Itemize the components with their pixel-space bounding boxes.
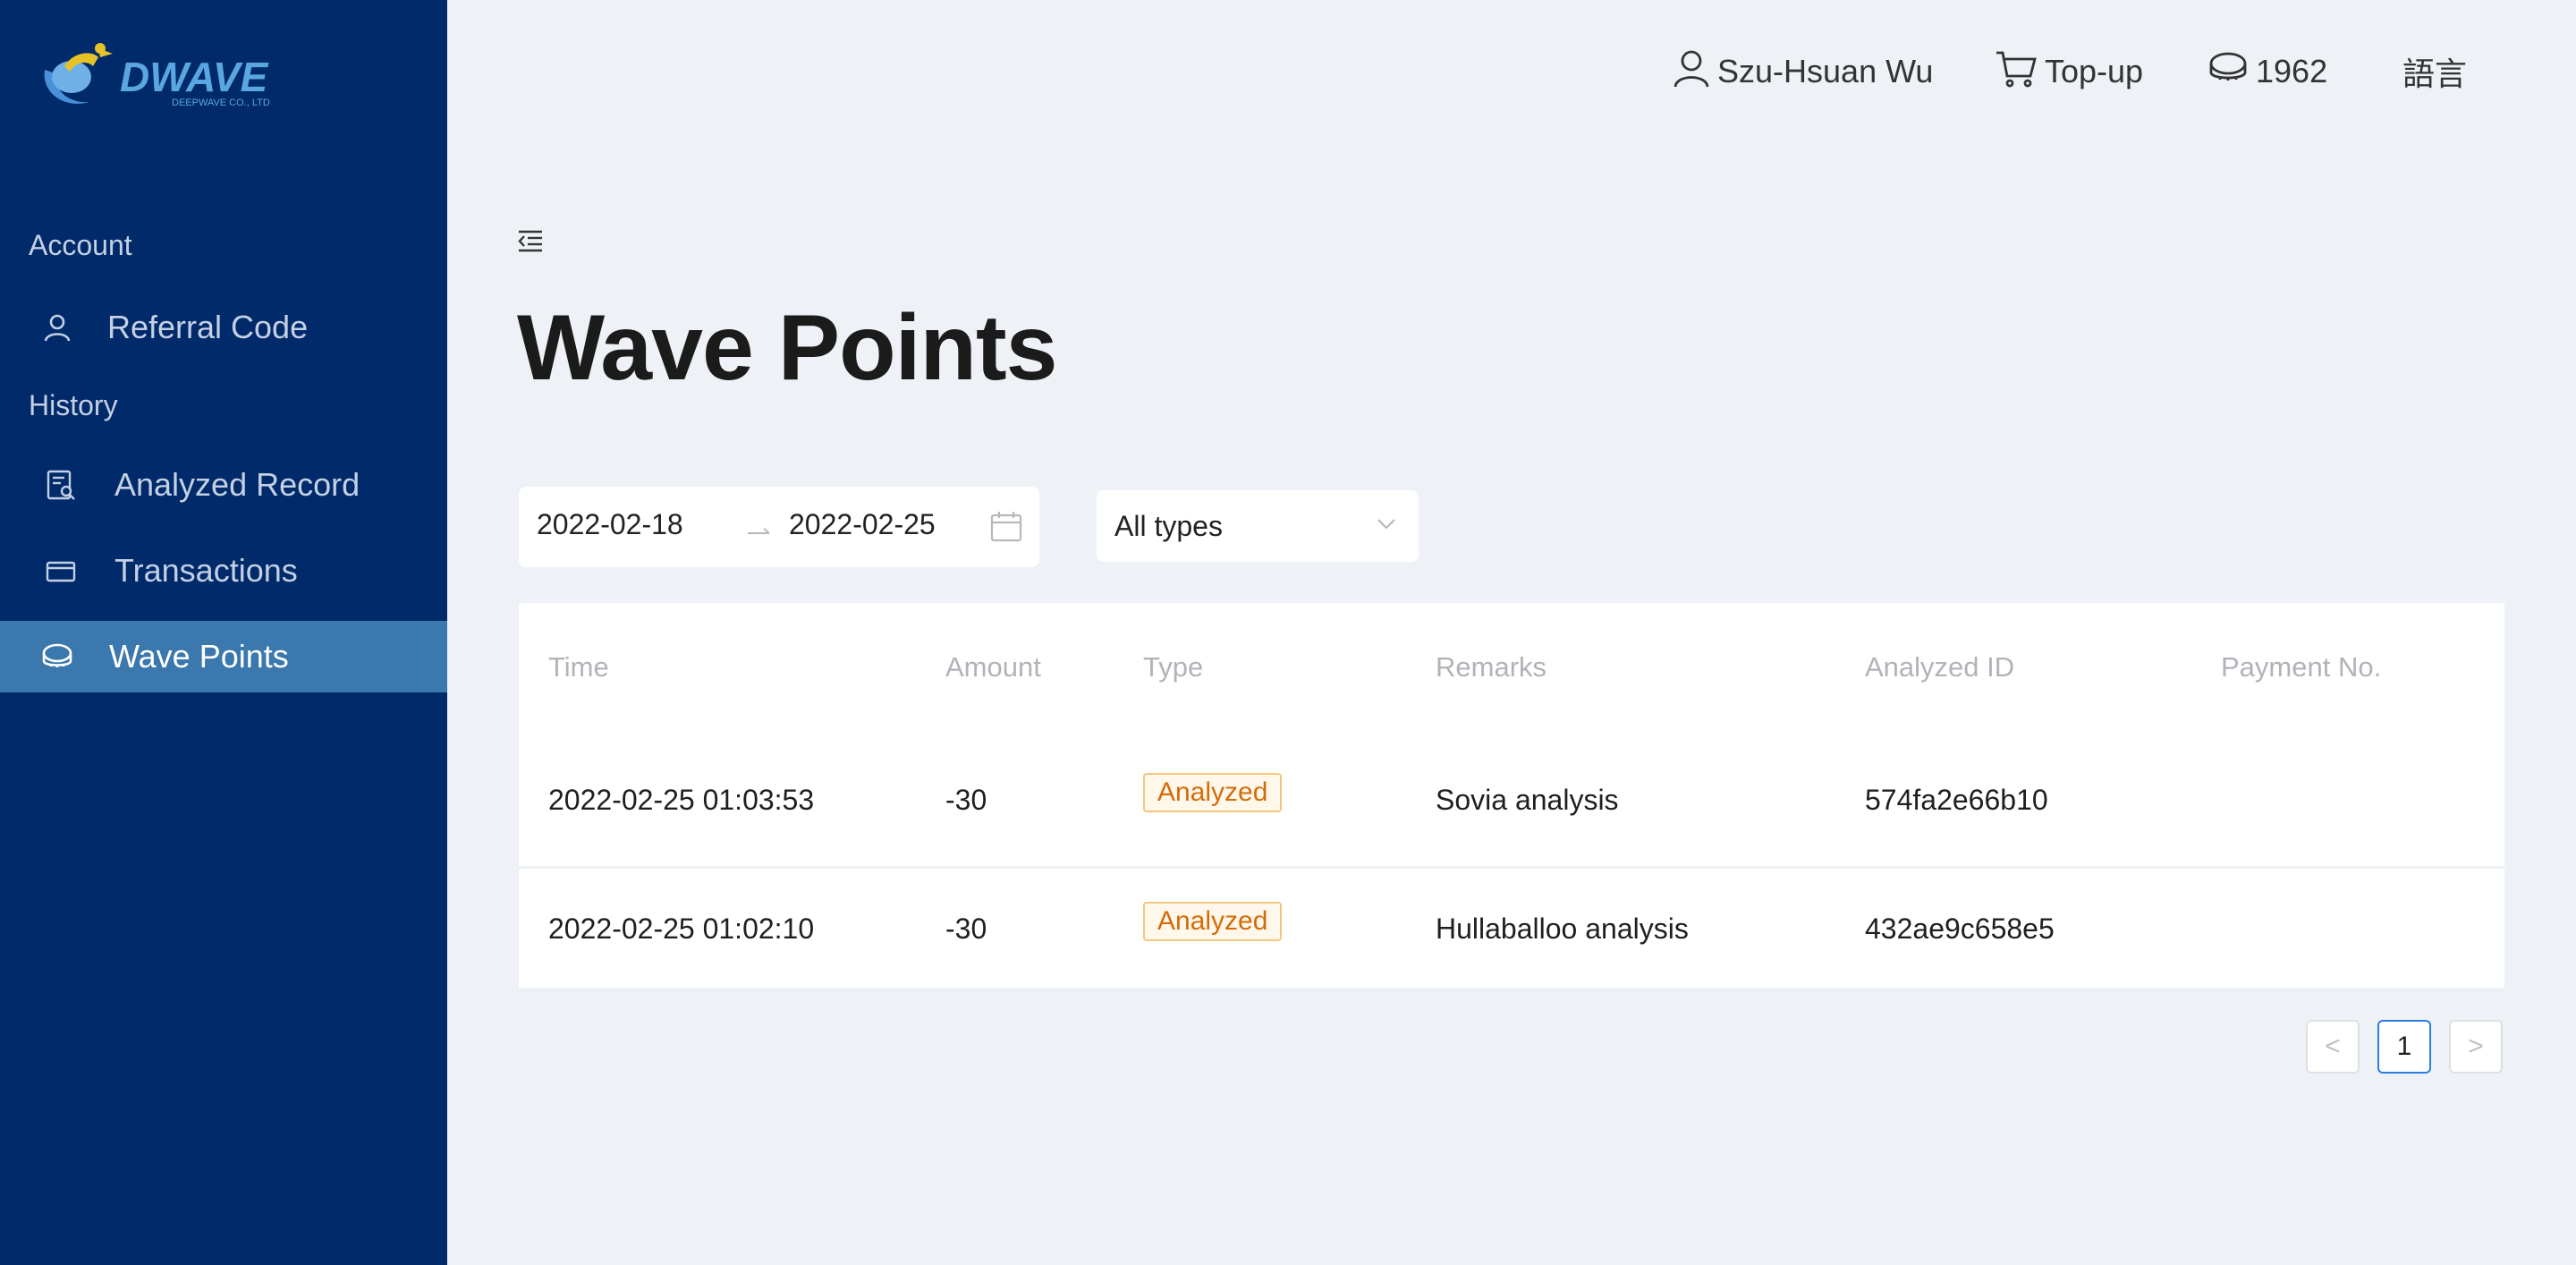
column-header-analyzed-id: Analyzed ID: [1865, 651, 2015, 683]
user-name: Szu-Hsuan Wu: [1717, 53, 1934, 89]
chevron-down-icon: [1374, 512, 1399, 537]
user-icon: [39, 310, 75, 345]
report-search-icon: [43, 467, 79, 503]
menu-fold-icon[interactable]: [517, 227, 544, 254]
cell-amount: -30: [945, 784, 987, 816]
coin-icon: [2207, 47, 2256, 97]
sidebar-item-label: Transactions: [114, 552, 298, 589]
cell-remarks: Sovia analysis: [1436, 784, 1619, 816]
table-row[interactable]: 2022-02-25 01:02:10 -30 Analyzed Hullaba…: [519, 866, 2504, 995]
cell-time: 2022-02-25 01:03:53: [548, 784, 815, 816]
calendar-icon[interactable]: [989, 510, 1023, 544]
coin-icon: [39, 639, 75, 675]
type-filter-value: All types: [1114, 510, 1223, 542]
cell-amount: -30: [945, 913, 987, 945]
sidebar-item-analyzed-record[interactable]: Analyzed Record: [0, 449, 447, 521]
table-row[interactable]: 2022-02-25 01:03:53 -30 Analyzed Sovia a…: [519, 737, 2504, 869]
pagination-page-1[interactable]: 1: [2377, 1020, 2431, 1074]
sidebar-item-referral-code[interactable]: Referral Code: [0, 292, 447, 363]
user-icon: [1673, 47, 1717, 97]
column-header-time: Time: [548, 651, 609, 683]
section-account: Account: [29, 229, 132, 261]
topup-label: Top-up: [2045, 53, 2144, 89]
language-switch[interactable]: 語言: [2402, 45, 2467, 98]
topup-button[interactable]: Top-up: [1995, 45, 2143, 98]
pagination-prev-button[interactable]: <: [2306, 1020, 2360, 1074]
column-header-type: Type: [1143, 651, 1204, 683]
card-icon: [43, 553, 79, 589]
pagination-next-button[interactable]: >: [2449, 1020, 2503, 1074]
user-menu[interactable]: Szu-Hsuan Wu: [1673, 45, 1933, 98]
type-filter-select[interactable]: All types: [1097, 490, 1419, 562]
column-header-remarks: Remarks: [1436, 651, 1547, 683]
type-tag: Analyzed: [1143, 902, 1283, 941]
arrow-right-icon: [746, 514, 773, 540]
cart-icon: [1995, 47, 2045, 97]
sidebar-item-label: Referral Code: [107, 309, 309, 345]
sidebar-item-label: Analyzed Record: [114, 466, 360, 503]
logo-subtitle: DEEPWAVE CO., LTD: [172, 98, 270, 108]
cell-time: 2022-02-25 01:02:10: [548, 913, 815, 945]
points-value: 1962: [2256, 53, 2328, 89]
section-history: History: [29, 389, 118, 421]
sidebar-item-label: Wave Points: [109, 638, 289, 675]
chevron-right-icon: >: [2468, 1032, 2484, 1061]
logo-wordmark: DWAVE: [120, 54, 269, 100]
date-range-picker[interactable]: 2022-02-18 2022-02-25: [519, 487, 1039, 567]
cell-remarks: Hullaballoo analysis: [1436, 913, 1689, 945]
column-header-amount: Amount: [945, 651, 1041, 683]
column-header-payment-no: Payment No.: [2221, 651, 2382, 683]
sidebar-item-wave-points[interactable]: Wave Points: [0, 621, 447, 692]
chevron-left-icon: <: [2325, 1032, 2341, 1061]
cell-analyzed-id: 432ae9c658e5: [1865, 913, 2055, 945]
date-end-input[interactable]: 2022-02-25: [789, 508, 936, 541]
sidebar: DWAVE DEEPWAVE CO., LTD Account Referral…: [0, 0, 447, 1265]
date-start-input[interactable]: 2022-02-18: [537, 508, 683, 541]
dwave-logo[interactable]: DWAVE DEEPWAVE CO., LTD: [38, 39, 288, 116]
cell-analyzed-id: 574fa2e66b10: [1865, 784, 2048, 816]
type-tag: Analyzed: [1143, 773, 1283, 812]
page-title: Wave Points: [517, 296, 1058, 400]
points-balance[interactable]: 1962: [2207, 45, 2327, 98]
sidebar-item-transactions[interactable]: Transactions: [0, 535, 447, 607]
wave-points-table: Time Amount Type Remarks Analyzed ID Pay…: [519, 603, 2504, 988]
language-label: 語言: [2402, 55, 2468, 92]
